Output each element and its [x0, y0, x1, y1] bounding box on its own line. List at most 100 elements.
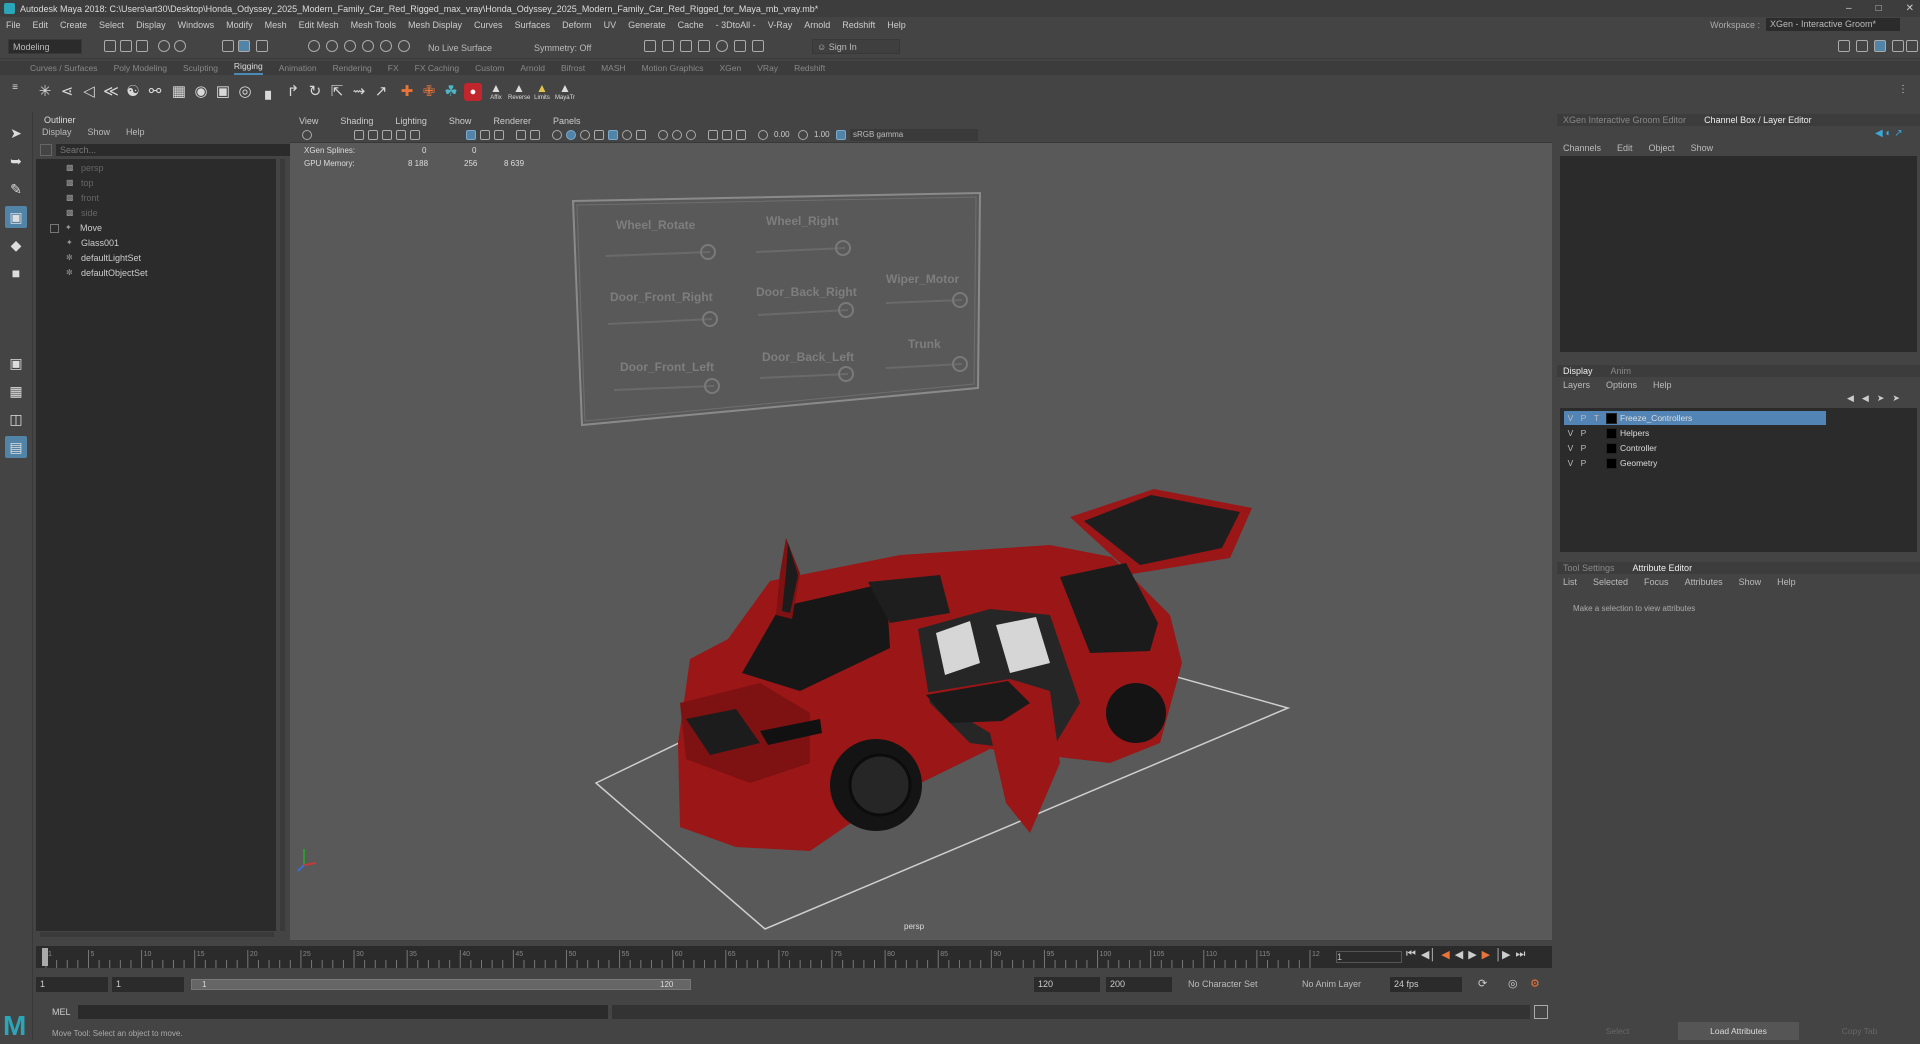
shelf-tab-custom[interactable]: Custom: [475, 62, 504, 75]
layer-row[interactable]: V P Controller: [1564, 441, 1826, 455]
time-slider[interactable]: 1 5 10 15 20 25 30 35 40 45 50 55 60 65 70 75 80 85 90 95 10…: [36, 946, 1552, 968]
channel-menu-edit[interactable]: Edit: [1617, 142, 1633, 154]
layer-menu-options[interactable]: Options: [1606, 379, 1637, 391]
camera-attributes-icon[interactable]: [354, 130, 364, 140]
menu-redshift[interactable]: Redshift: [842, 20, 875, 30]
snap-view-icon[interactable]: [362, 40, 374, 52]
play-forward-icon[interactable]: ▶: [1468, 948, 1476, 961]
select-component-icon[interactable]: [256, 40, 268, 52]
quick-rig-icon[interactable]: ☯: [124, 83, 142, 101]
layer-type-toggle[interactable]: T: [1590, 413, 1603, 423]
viewport-menu-show[interactable]: Show: [449, 115, 472, 127]
field-chart-icon[interactable]: [530, 130, 540, 140]
grid-icon[interactable]: [466, 130, 476, 140]
shelf-tab-vray[interactable]: VRay: [757, 62, 778, 75]
tab-channel-box-layer-editor[interactable]: Channel Box / Layer Editor: [1704, 114, 1812, 126]
menu-display[interactable]: Display: [136, 20, 166, 30]
script-editor-icon[interactable]: [1534, 1005, 1548, 1019]
play-backward-icon[interactable]: ◀: [1455, 948, 1463, 961]
ik-spline-icon[interactable]: ◁: [80, 83, 98, 101]
bind-skin-icon[interactable]: ▦: [170, 83, 188, 101]
anim-layer-dropdown[interactable]: No Anim Layer: [1298, 977, 1394, 992]
viewport-menu-renderer[interactable]: Renderer: [493, 115, 531, 127]
four-view-layout-icon[interactable]: ▦: [5, 380, 27, 402]
new-scene-icon[interactable]: [104, 40, 116, 52]
layer-playback-toggle[interactable]: P: [1577, 443, 1590, 453]
lattice-icon[interactable]: ▣: [214, 83, 232, 101]
channel-menu-channels[interactable]: Channels: [1563, 142, 1601, 154]
outliner-horizontal-scrollbar[interactable]: [40, 932, 274, 937]
use-all-lights-icon[interactable]: [622, 130, 632, 140]
aim-constraint-icon[interactable]: ↱: [284, 83, 302, 101]
layer-action-icons[interactable]: ◀◀➤➤: [1847, 393, 1908, 404]
paint-select-icon[interactable]: ✎: [5, 178, 27, 200]
shelf-tab-poly-modeling[interactable]: Poly Modeling: [114, 62, 167, 75]
attr-menu-show[interactable]: Show: [1739, 576, 1762, 588]
move-tool-icon[interactable]: ▣: [5, 206, 27, 228]
exposure-icon[interactable]: [758, 130, 768, 140]
scene-view[interactable]: Wheel_Rotate Wheel_Right Door_Front_Righ…: [290, 143, 1552, 940]
go-to-end-icon[interactable]: ⏭: [1515, 948, 1525, 961]
menu-modify[interactable]: Modify: [226, 20, 253, 30]
ik-handle-icon[interactable]: ⋖: [58, 83, 76, 101]
current-time-indicator[interactable]: [42, 948, 48, 966]
scale-constraint-icon[interactable]: ⇱: [328, 83, 346, 101]
range-slider[interactable]: 1 120: [191, 979, 691, 990]
menu-3dtoall[interactable]: - 3DtoAll -: [716, 20, 756, 30]
outliner-search-input[interactable]: Search...: [56, 144, 320, 156]
parent-constraint-icon[interactable]: ⇝: [350, 83, 368, 101]
render-view-icon[interactable]: [734, 40, 746, 52]
smooth-shade-icon[interactable]: [566, 130, 576, 140]
menu-edit-mesh[interactable]: Edit Mesh: [299, 20, 339, 30]
mel-label[interactable]: MEL: [52, 1007, 71, 1017]
insert-joint-icon[interactable]: ≪: [102, 83, 120, 101]
select-button[interactable]: Select: [1557, 1022, 1678, 1040]
filter-icon[interactable]: [40, 144, 52, 156]
menu-uv[interactable]: UV: [604, 20, 617, 30]
viewport-menu-view[interactable]: View: [299, 115, 318, 127]
outliner-item[interactable]: ▩ front: [66, 191, 99, 205]
humanik-icon[interactable]: ⚯: [146, 83, 164, 101]
xray-icon[interactable]: [722, 130, 732, 140]
controller-board[interactable]: Wheel_Rotate Wheel_Right Door_Front_Righ…: [571, 191, 982, 427]
record-icon[interactable]: ●: [464, 83, 482, 101]
shelf-tab-redshift[interactable]: Redshift: [794, 62, 825, 75]
step-forward-frame-icon[interactable]: ▶: [1482, 948, 1490, 961]
loop-icon[interactable]: ⟳: [1478, 977, 1487, 990]
2d-pan-zoom-icon[interactable]: [396, 130, 406, 140]
gate-mask-icon[interactable]: [516, 130, 526, 140]
tab-tool-settings[interactable]: Tool Settings: [1563, 562, 1615, 574]
menu-arnold[interactable]: Arnold: [804, 20, 830, 30]
scale-tool-icon[interactable]: ■: [5, 262, 27, 284]
outliner-item[interactable]: ✼ defaultObjectSet: [66, 266, 148, 280]
view-transform-dropdown[interactable]: sRGB gamma: [850, 129, 978, 141]
hypershade-icon[interactable]: [716, 40, 728, 52]
layer-color-swatch[interactable]: [1606, 427, 1617, 439]
outliner-item[interactable]: ▩ side: [66, 206, 98, 220]
locator-icon[interactable]: ✚: [398, 83, 416, 101]
layer-playback-toggle[interactable]: P: [1577, 428, 1590, 438]
shelf-tab-bifrost[interactable]: Bifrost: [561, 62, 585, 75]
load-attributes-button[interactable]: Load Attributes: [1678, 1022, 1799, 1040]
viewport-panel[interactable]: View Shading Lighting Show Renderer Pane…: [290, 115, 1552, 940]
channel-menu-object[interactable]: Object: [1649, 142, 1675, 154]
live-surface-label[interactable]: No Live Surface: [428, 43, 492, 53]
snap-point-icon[interactable]: [344, 40, 356, 52]
layer-visibility-toggle[interactable]: V: [1564, 443, 1577, 453]
fps-dropdown[interactable]: 24 fps: [1390, 977, 1462, 992]
reverse-shelf-button[interactable]: ▲ Reverse: [508, 81, 530, 101]
tab-xgen-groom-editor[interactable]: XGen Interactive Groom Editor: [1563, 114, 1686, 126]
channel-menu-show[interactable]: Show: [1691, 142, 1714, 154]
shelf-tab-rigging[interactable]: Rigging: [233, 60, 263, 75]
menu-vray[interactable]: V-Ray: [768, 20, 793, 30]
layer-visibility-toggle[interactable]: V: [1564, 413, 1577, 423]
shelf-tab-rendering[interactable]: Rendering: [333, 62, 372, 75]
maximize-button[interactable]: □: [1876, 0, 1882, 17]
layer-visibility-toggle[interactable]: V: [1564, 458, 1577, 468]
cluster-locator-icon[interactable]: ✙: [420, 83, 438, 101]
menu-generate[interactable]: Generate: [628, 20, 666, 30]
menu-mesh-display[interactable]: Mesh Display: [408, 20, 462, 30]
open-scene-icon[interactable]: [120, 40, 132, 52]
menu-cache[interactable]: Cache: [678, 20, 704, 30]
menu-edit[interactable]: Edit: [33, 20, 49, 30]
